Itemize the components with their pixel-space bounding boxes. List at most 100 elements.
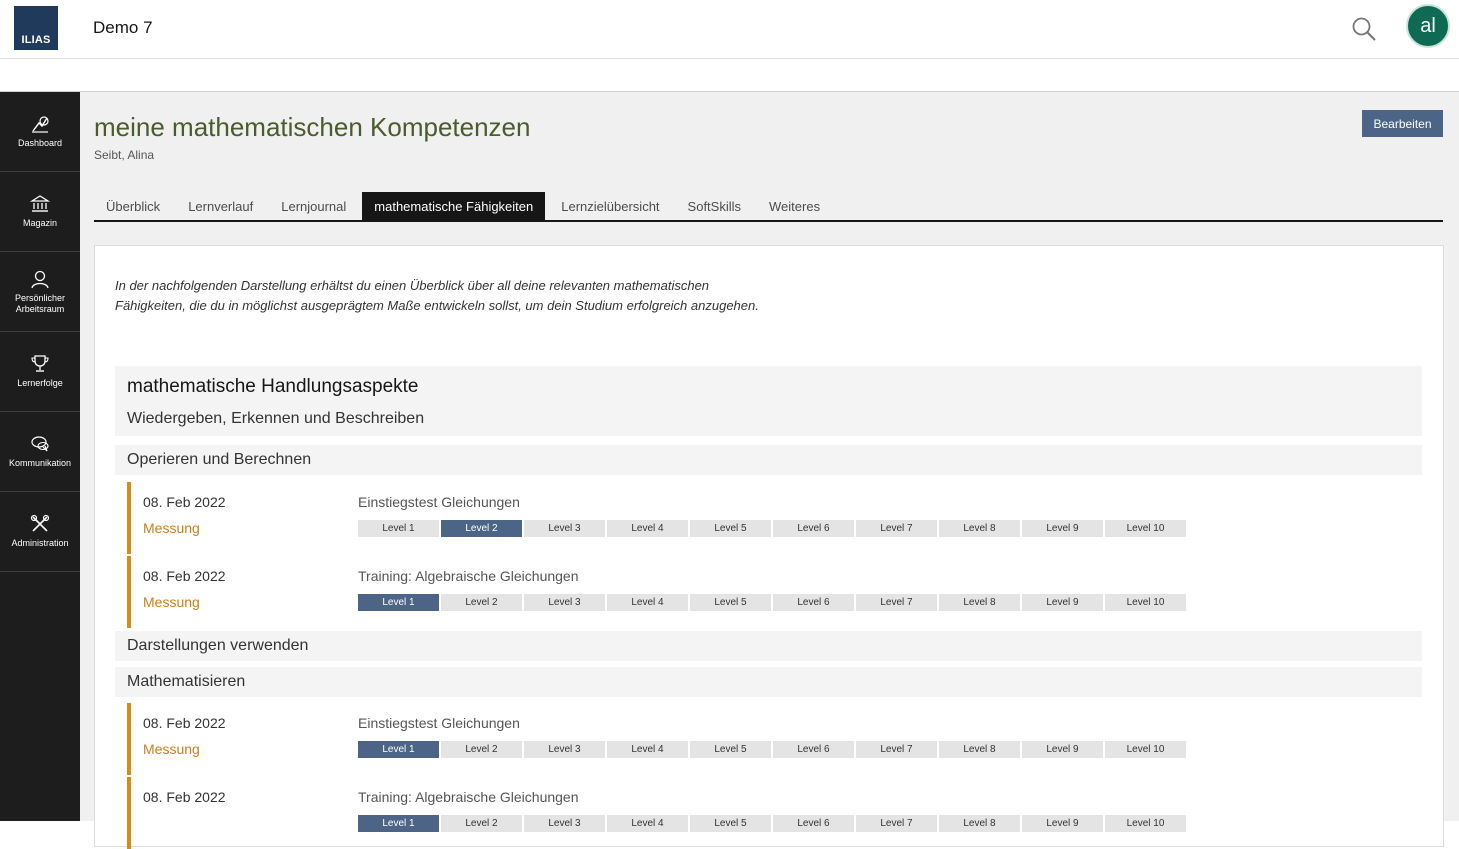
level-4: Level 4 — [607, 815, 688, 832]
tab-overview[interactable]: Überblick — [94, 192, 172, 220]
tab-learning-history[interactable]: Lernverlauf — [176, 192, 265, 220]
level-1: Level 1 — [358, 594, 439, 611]
group-subtitle: Wiedergeben, Erkennen und Beschreiben — [127, 410, 425, 427]
level-10: Level 10 — [1105, 741, 1186, 758]
tab-math-skills[interactable]: mathematische Fähigkeiten — [362, 192, 546, 220]
intro-text: In der nachfolgenden Darstellung erhälts… — [115, 278, 759, 313]
level-1: Level 1 — [358, 815, 439, 832]
section-header[interactable]: Darstellungen verwenden — [115, 631, 1422, 661]
sidebar-item-magazin[interactable]: Magazin — [0, 172, 80, 252]
sidebar-item-learning-success[interactable]: Lernerfolge — [0, 332, 80, 412]
level-9: Level 9 — [1022, 741, 1103, 758]
level-2: Level 2 — [441, 815, 522, 832]
edit-button[interactable]: Bearbeiten — [1362, 110, 1443, 137]
user-avatar[interactable]: al — [1406, 4, 1450, 48]
trophy-icon — [30, 354, 50, 374]
level-10: Level 10 — [1105, 594, 1186, 611]
tab-more[interactable]: Weiteres — [757, 192, 832, 220]
level-5: Level 5 — [690, 520, 771, 537]
level-5: Level 5 — [690, 741, 771, 758]
tab-bar: Überblick Lernverlauf Lernjournal mathem… — [94, 192, 1443, 222]
search-icon — [1352, 17, 1376, 41]
top-header: ILIAS Demo 7 al — [0, 0, 1459, 59]
level-4: Level 4 — [607, 520, 688, 537]
level-2: Level 2 — [441, 520, 522, 537]
ilias-logo[interactable]: ILIAS — [14, 6, 58, 50]
level-8: Level 8 — [939, 594, 1020, 611]
entry-title[interactable]: Einstiegstest Gleichungen — [358, 494, 520, 510]
tools-icon — [30, 514, 50, 534]
chat-icon — [30, 434, 50, 454]
level-6: Level 6 — [773, 520, 854, 537]
tab-learning-goals[interactable]: Lernzielübersicht — [549, 192, 671, 220]
level-2: Level 2 — [441, 594, 522, 611]
competence-entry: 08. Feb 2022 Training: Algebraische Glei… — [127, 777, 1331, 849]
sidebar-item-dashboard[interactable]: Dashboard — [0, 92, 80, 172]
entry-kind: Messung — [143, 520, 200, 536]
dashboard-icon — [30, 114, 50, 134]
level-3: Level 3 — [524, 594, 605, 611]
level-scale: Level 1 Level 2 Level 3 Level 4 Level 5 Level… — [358, 594, 1188, 611]
group-title: mathematische Handlungsaspekte — [127, 376, 419, 397]
level-8: Level 8 — [939, 520, 1020, 537]
level-10: Level 10 — [1105, 815, 1186, 832]
page-title: meine mathematischen Kompetenzen — [94, 112, 531, 142]
section-title: Mathematisieren — [127, 673, 246, 690]
level-9: Level 9 — [1022, 520, 1103, 537]
main-content: meine mathematischen Kompetenzen Seibt, … — [80, 92, 1459, 849]
user-icon — [30, 269, 50, 289]
sidebar-item-administration[interactable]: Administration — [0, 492, 80, 572]
level-6: Level 6 — [773, 815, 854, 832]
sidebar-item-label: Magazin — [22, 218, 58, 228]
group-header: mathematische Handlungsaspekte Wiedergeb… — [115, 366, 1422, 436]
level-6: Level 6 — [773, 741, 854, 758]
level-scale: Level 1 Level 2 Level 3 Level 4 Level 5 Level… — [358, 741, 1188, 758]
level-5: Level 5 — [690, 815, 771, 832]
sidebar-item-label: Dashboard — [17, 138, 63, 148]
level-2: Level 2 — [441, 741, 522, 758]
level-9: Level 9 — [1022, 594, 1103, 611]
level-1: Level 1 — [358, 741, 439, 758]
level-4: Level 4 — [607, 741, 688, 758]
entry-title[interactable]: Einstiegstest Gleichungen — [358, 715, 520, 731]
level-7: Level 7 — [856, 815, 937, 832]
competence-entry: 08. Feb 2022 Messung Einstiegstest Gleic… — [127, 482, 1331, 554]
sidebar-item-label: Persönlicher Arbeitsraum — [14, 292, 66, 314]
main-sidebar: Dashboard Magazin Persönlicher Arbeitsra… — [0, 92, 80, 821]
level-8: Level 8 — [939, 741, 1020, 758]
search-button[interactable] — [1349, 14, 1379, 44]
entry-kind: Messung — [143, 594, 200, 610]
entry-title[interactable]: Training: Algebraische Gleichungen — [358, 789, 579, 805]
section-title: Darstellungen verwenden — [127, 637, 309, 654]
tab-learning-journal[interactable]: Lernjournal — [269, 192, 358, 220]
section-header[interactable]: Mathematisieren — [115, 667, 1422, 697]
section-header[interactable]: Operieren und Berechnen — [115, 445, 1422, 475]
entry-date: 08. Feb 2022 — [143, 568, 226, 584]
competence-entry: 08. Feb 2022 Messung Training: Algebrais… — [127, 556, 1331, 628]
entry-date: 08. Feb 2022 — [143, 494, 226, 510]
sidebar-item-label: Lernerfolge — [17, 378, 63, 388]
breadcrumb-bar — [0, 59, 1459, 92]
level-5: Level 5 — [690, 594, 771, 611]
level-8: Level 8 — [939, 815, 1020, 832]
tab-softskills[interactable]: SoftSkills — [676, 192, 753, 220]
level-3: Level 3 — [524, 520, 605, 537]
sidebar-item-label: Administration — [11, 538, 69, 548]
entry-date: 08. Feb 2022 — [143, 789, 226, 805]
level-4: Level 4 — [607, 594, 688, 611]
site-title[interactable]: Demo 7 — [93, 18, 153, 38]
level-7: Level 7 — [856, 594, 937, 611]
level-9: Level 9 — [1022, 815, 1103, 832]
entry-kind: Messung — [143, 741, 200, 757]
level-1: Level 1 — [358, 520, 439, 537]
entry-title[interactable]: Training: Algebraische Gleichungen — [358, 568, 579, 584]
competence-entry: 08. Feb 2022 Messung Einstiegstest Gleic… — [127, 703, 1331, 775]
sidebar-item-personal-workspace[interactable]: Persönlicher Arbeitsraum — [0, 252, 80, 332]
level-3: Level 3 — [524, 741, 605, 758]
entry-date: 08. Feb 2022 — [143, 715, 226, 731]
level-3: Level 3 — [524, 815, 605, 832]
bank-icon — [30, 194, 50, 214]
sidebar-item-label: Kommunikation — [8, 458, 72, 468]
sidebar-item-communication[interactable]: Kommunikation — [0, 412, 80, 492]
level-7: Level 7 — [856, 741, 937, 758]
